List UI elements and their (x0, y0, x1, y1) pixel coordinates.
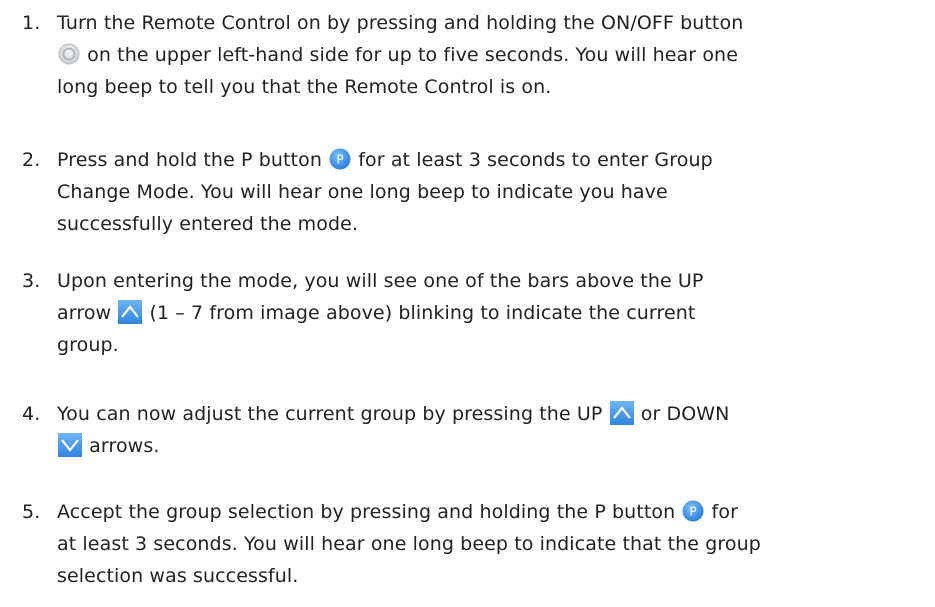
svg-text:P: P (336, 153, 343, 167)
step-number: 2. (22, 149, 41, 171)
step-line: Upon entering the mode, you will see one… (57, 270, 704, 292)
down-arrow-icon (58, 433, 82, 457)
step-line-text: arrows. (83, 435, 160, 457)
step-line-with-icon: Press and hold the P button P for at lea… (57, 144, 917, 176)
step-text: Accept the group selection by pressing a… (57, 496, 917, 592)
up-arrow-icon (118, 300, 143, 324)
step-line: at least 3 seconds. You will hear one lo… (57, 533, 761, 555)
step-line: long beep to tell you that the Remote Co… (57, 76, 552, 98)
step-line-text: for at least 3 seconds to enter Group (352, 149, 713, 171)
step-line-with-icon: You can now adjust the current group by … (57, 398, 917, 430)
power-button-icon (58, 43, 80, 65)
step-line-text: for (705, 501, 738, 523)
svg-text:P: P (690, 505, 697, 519)
p-button-icon: P (682, 500, 704, 522)
step-number: 1. (22, 12, 41, 34)
step-line: successfully entered the mode. (57, 213, 359, 235)
step-line-with-icon: arrow (1 – 7 from image above) blinking … (57, 297, 917, 329)
step-number: 5. (22, 501, 41, 523)
step-line-text: arrow (57, 302, 118, 324)
step-line-text: Accept the group selection by pressing a… (57, 501, 682, 523)
step-number: 3. (22, 270, 41, 292)
step-line-with-icon: Accept the group selection by pressing a… (57, 496, 917, 528)
step-line-text: You can now adjust the current group by … (57, 403, 609, 425)
step-text: Turn the Remote Control on by pressing a… (57, 7, 917, 103)
step-line: Change Mode. You will hear one long beep… (57, 181, 668, 203)
step-text: Press and hold the P button P for at lea… (57, 144, 917, 240)
step-line-text: Press and hold the P button (57, 149, 329, 171)
step-line: group. (57, 334, 119, 356)
step-number: 4. (22, 403, 41, 425)
step-line: selection was successful. (57, 565, 299, 587)
step-text: Upon entering the mode, you will see one… (57, 265, 917, 361)
step-line-with-icon: arrows. (57, 430, 917, 462)
up-arrow-icon (609, 401, 634, 425)
step-text: You can now adjust the current group by … (57, 398, 917, 462)
step-line-text: or DOWN (634, 403, 730, 425)
step-line: Turn the Remote Control on by pressing a… (57, 12, 744, 34)
step-line-with-icon: on the upper left-hand side for up to fi… (57, 39, 917, 71)
p-button-icon: P (329, 148, 351, 170)
step-line-text: on the upper left-hand side for up to fi… (81, 44, 738, 66)
step-line-text: (1 – 7 from image above) blinking to ind… (143, 302, 696, 324)
